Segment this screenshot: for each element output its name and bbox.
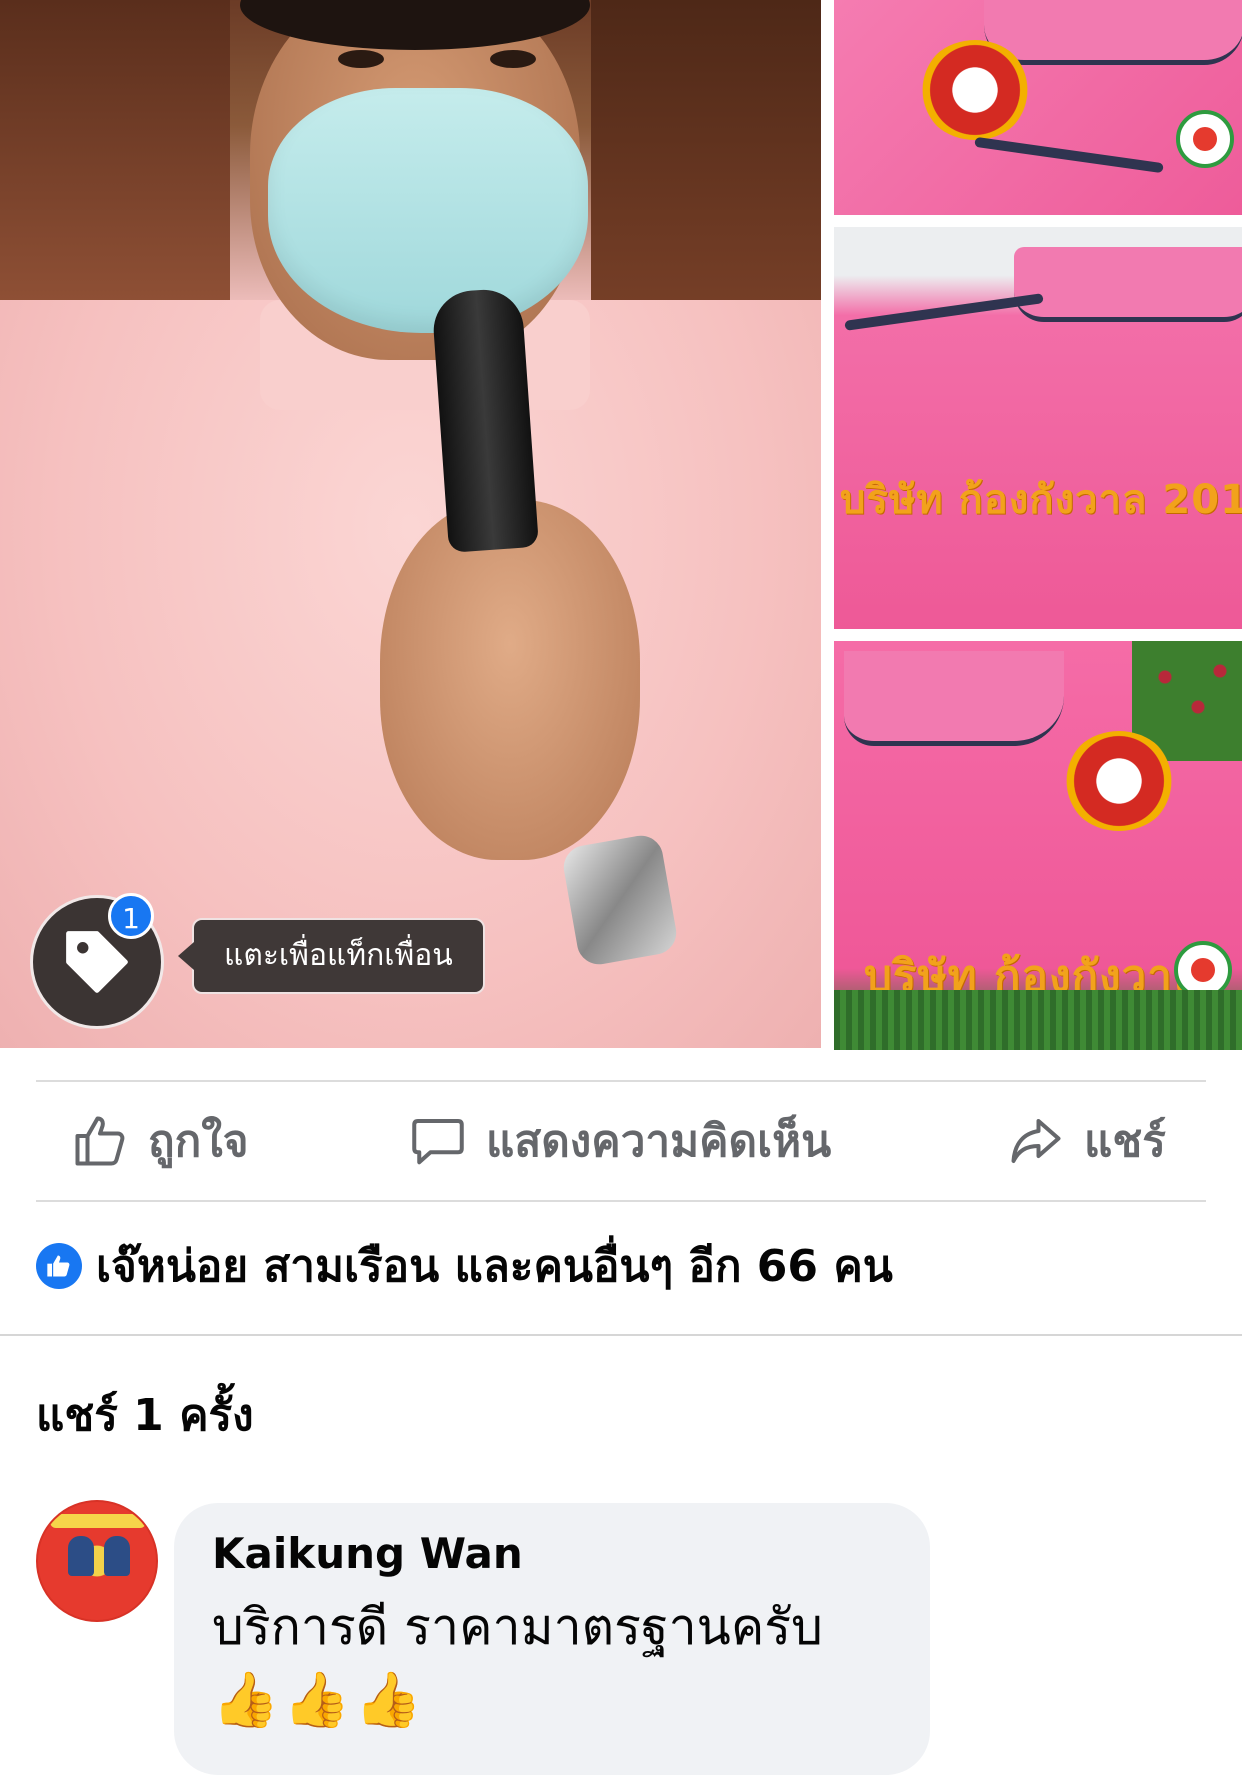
share-label: แชร์: [1084, 1116, 1166, 1167]
side-photo-2[interactable]: บริษัท ก้องกังวาล 2016: [834, 227, 1242, 629]
comment-emoji: 👍👍👍: [212, 1668, 426, 1731]
like-icon: [75, 1116, 125, 1166]
main-photo[interactable]: [0, 0, 821, 1048]
brand-logo: [1176, 110, 1234, 168]
photo-grid: 1 แตะเพื่อแท็กเพื่อน บริษัท ก้องกังวาล 2…: [0, 0, 1242, 1050]
divider: [36, 1200, 1206, 1202]
share-button[interactable]: แชร์: [1006, 1082, 1166, 1200]
rooster-logo: [920, 40, 1030, 140]
share-icon: [1011, 1119, 1061, 1163]
section-divider: [0, 1334, 1242, 1336]
comment-bubble: Kaikung Wan บริการดี ราคามาตรฐานครับ 👍👍👍: [174, 1503, 930, 1775]
side-photo-1[interactable]: [834, 0, 1242, 215]
comment-text: บริการดี ราคามาตรฐานครับ: [212, 1598, 823, 1656]
comment-label: แสดงความคิดเห็น: [486, 1116, 832, 1167]
like-label: ถูกใจ: [148, 1116, 249, 1167]
comment-icon: [412, 1119, 464, 1165]
shares-count[interactable]: แชร์ 1 ครั้ง: [36, 1380, 254, 1450]
like-reaction-icon: [36, 1243, 82, 1289]
action-bar: ถูกใจ แสดงความคิดเห็น แชร์: [36, 1082, 1206, 1200]
tag-tooltip[interactable]: แตะเพื่อแท็กเพื่อน: [178, 918, 485, 994]
like-button[interactable]: ถูกใจ: [70, 1082, 249, 1200]
side-photo-3[interactable]: บริษัท ก้องกังวาล: [834, 641, 1242, 1050]
reactions-summary[interactable]: เจ๊หน่อย สามเรือน และคนอื่นๆ อีก 66 คน: [36, 1236, 893, 1296]
reactions-text: เจ๊หน่อย สามเรือน และคนอื่นๆ อีก 66 คน: [96, 1241, 893, 1292]
embroidery-text: บริษัท ก้องกังวาล 2016: [840, 477, 1242, 523]
comment-button[interactable]: แสดงความคิดเห็น: [408, 1082, 831, 1200]
avatar[interactable]: [36, 1500, 158, 1622]
rooster-logo-2: [1064, 731, 1174, 831]
comment-author[interactable]: Kaikung Wan: [212, 1529, 892, 1578]
tag-count-badge: 1: [108, 893, 154, 939]
